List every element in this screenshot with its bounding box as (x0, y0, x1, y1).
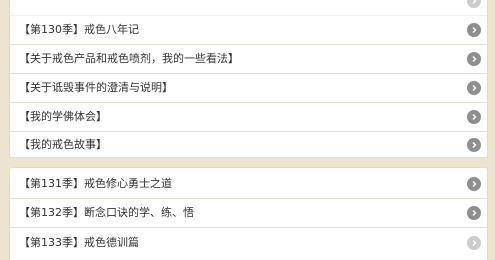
list-item[interactable]: 【我的戒色故事】 (10, 130, 487, 159)
list-item-label: 【第130季】戒色八年记 (19, 23, 139, 36)
list-item[interactable]: 【关于诋毁事件的澄清与说明】 (10, 74, 487, 103)
list-item-label: 【我的学佛体会】 (19, 110, 107, 123)
list-item[interactable]: 【第133季】戒色德训篇 (10, 228, 487, 257)
list-item[interactable]: 【第131季】戒色修心勇士之道 (10, 170, 487, 199)
chevron-right-circle-icon (467, 206, 481, 220)
list-item-label: 【第132季】断念口诀的学、练、悟 (19, 206, 194, 219)
chevron-right-circle-icon (467, 110, 481, 124)
chevron-right-circle-icon (467, 235, 481, 250)
list-item-label: 【关于戒色产品和戒色喷剂，我的一些看法】 (19, 52, 239, 65)
chevron-right-circle-icon (467, 137, 481, 152)
list-item[interactable]: 【关于戒色产品和戒色喷剂，我的一些看法】 (10, 45, 487, 74)
article-list-top: 【第130季】戒色八年记 【关于戒色产品和戒色喷剂，我的一些看法】 【关于诋毁事… (9, 0, 488, 158)
article-list-bottom: 【第131季】戒色修心勇士之道 【第132季】断念口诀的学、练、悟 【第133季… (9, 167, 488, 260)
list-item-label: 【关于诋毁事件的澄清与说明】 (19, 81, 173, 94)
list-item-label: 【第131季】戒色修心勇士之道 (19, 177, 172, 190)
chevron-right-circle-icon (467, 52, 481, 66)
article-list-page: 【第130季】戒色八年记 【关于戒色产品和戒色喷剂，我的一些看法】 【关于诋毁事… (0, 0, 495, 260)
list-item[interactable]: 【第132季】断念口诀的学、练、悟 (10, 199, 487, 228)
chevron-right-circle-icon (467, 0, 481, 8)
list-item[interactable]: 【第130季】戒色八年记 (10, 16, 487, 45)
chevron-right-circle-icon (467, 177, 481, 191)
list-item-label: 【我的戒色故事】 (19, 137, 107, 151)
chevron-right-circle-icon (467, 81, 481, 95)
list-item-partial[interactable] (10, 0, 487, 16)
list-item[interactable]: 【我的学佛体会】 (10, 103, 487, 132)
chevron-right-circle-icon (467, 23, 481, 37)
list-item-label: 【第133季】戒色德训篇 (19, 235, 139, 249)
